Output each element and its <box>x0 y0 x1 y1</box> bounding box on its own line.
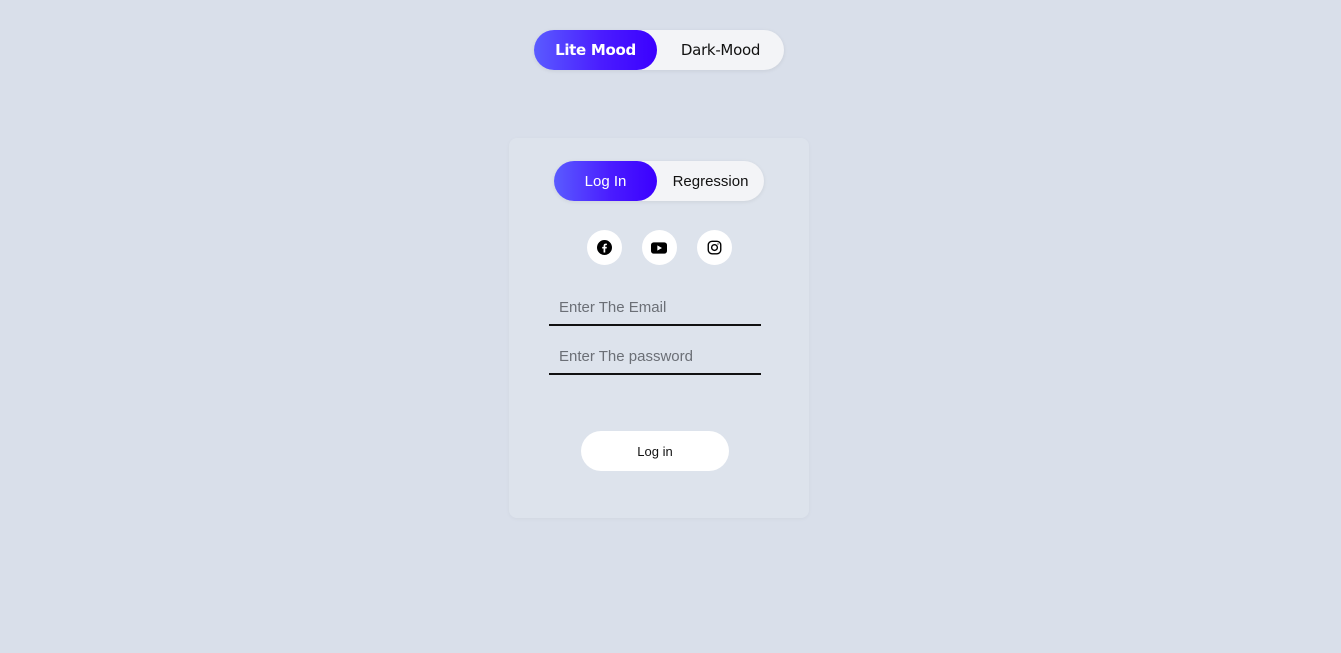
youtube-icon <box>651 241 667 254</box>
password-field[interactable] <box>549 339 761 375</box>
auth-tabs: Log In Regression <box>554 161 764 201</box>
tab-log-in[interactable]: Log In <box>554 161 657 201</box>
tab-registration[interactable]: Regression <box>657 161 764 201</box>
log-in-button[interactable]: Log in <box>581 431 729 471</box>
instagram-button[interactable] <box>696 230 732 265</box>
youtube-button[interactable] <box>641 230 677 265</box>
facebook-button[interactable] <box>586 230 622 265</box>
dark-mode-button[interactable]: Dark-Mood <box>657 30 784 70</box>
lite-mode-button[interactable]: Lite Mood <box>534 30 657 70</box>
login-card: Log In Regression Log in <box>509 138 809 518</box>
theme-toggle: Lite Mood Dark-Mood <box>534 30 784 70</box>
email-field[interactable] <box>549 290 761 326</box>
social-buttons <box>509 230 809 265</box>
instagram-icon <box>707 240 721 255</box>
facebook-icon <box>596 240 612 255</box>
